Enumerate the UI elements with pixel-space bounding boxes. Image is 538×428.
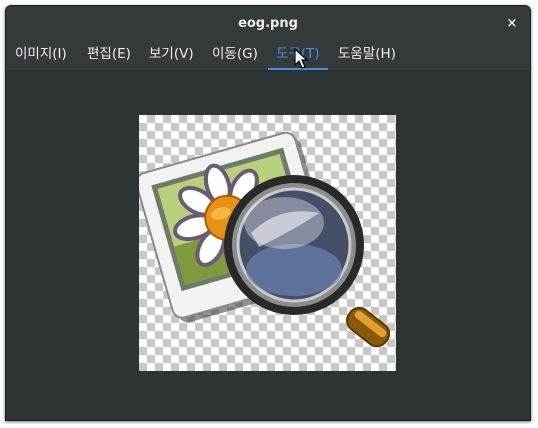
close-icon: ×	[506, 16, 518, 31]
menu-view[interactable]: 보기(V)	[149, 42, 194, 70]
menu-image[interactable]: 이미지(I)	[15, 42, 67, 70]
eog-window: eog.png × 이미지(I) 편집(E) 보기(V) 이동(G) 도구(T)…	[5, 5, 531, 421]
menubar: 이미지(I) 편집(E) 보기(V) 이동(G) 도구(T) 도움말(H)	[6, 42, 530, 71]
titlebar[interactable]: eog.png ×	[6, 6, 530, 42]
menu-help[interactable]: 도움말(H)	[338, 42, 396, 70]
eog-app-icon	[135, 131, 391, 348]
mouse-pointer-icon	[294, 48, 309, 69]
image-canvas[interactable]	[135, 115, 396, 371]
close-button[interactable]: ×	[504, 16, 520, 32]
menu-go[interactable]: 이동(G)	[212, 42, 258, 70]
window-title: eog.png	[238, 16, 298, 31]
menu-edit[interactable]: 편집(E)	[87, 42, 131, 70]
image-view[interactable]	[6, 71, 530, 420]
